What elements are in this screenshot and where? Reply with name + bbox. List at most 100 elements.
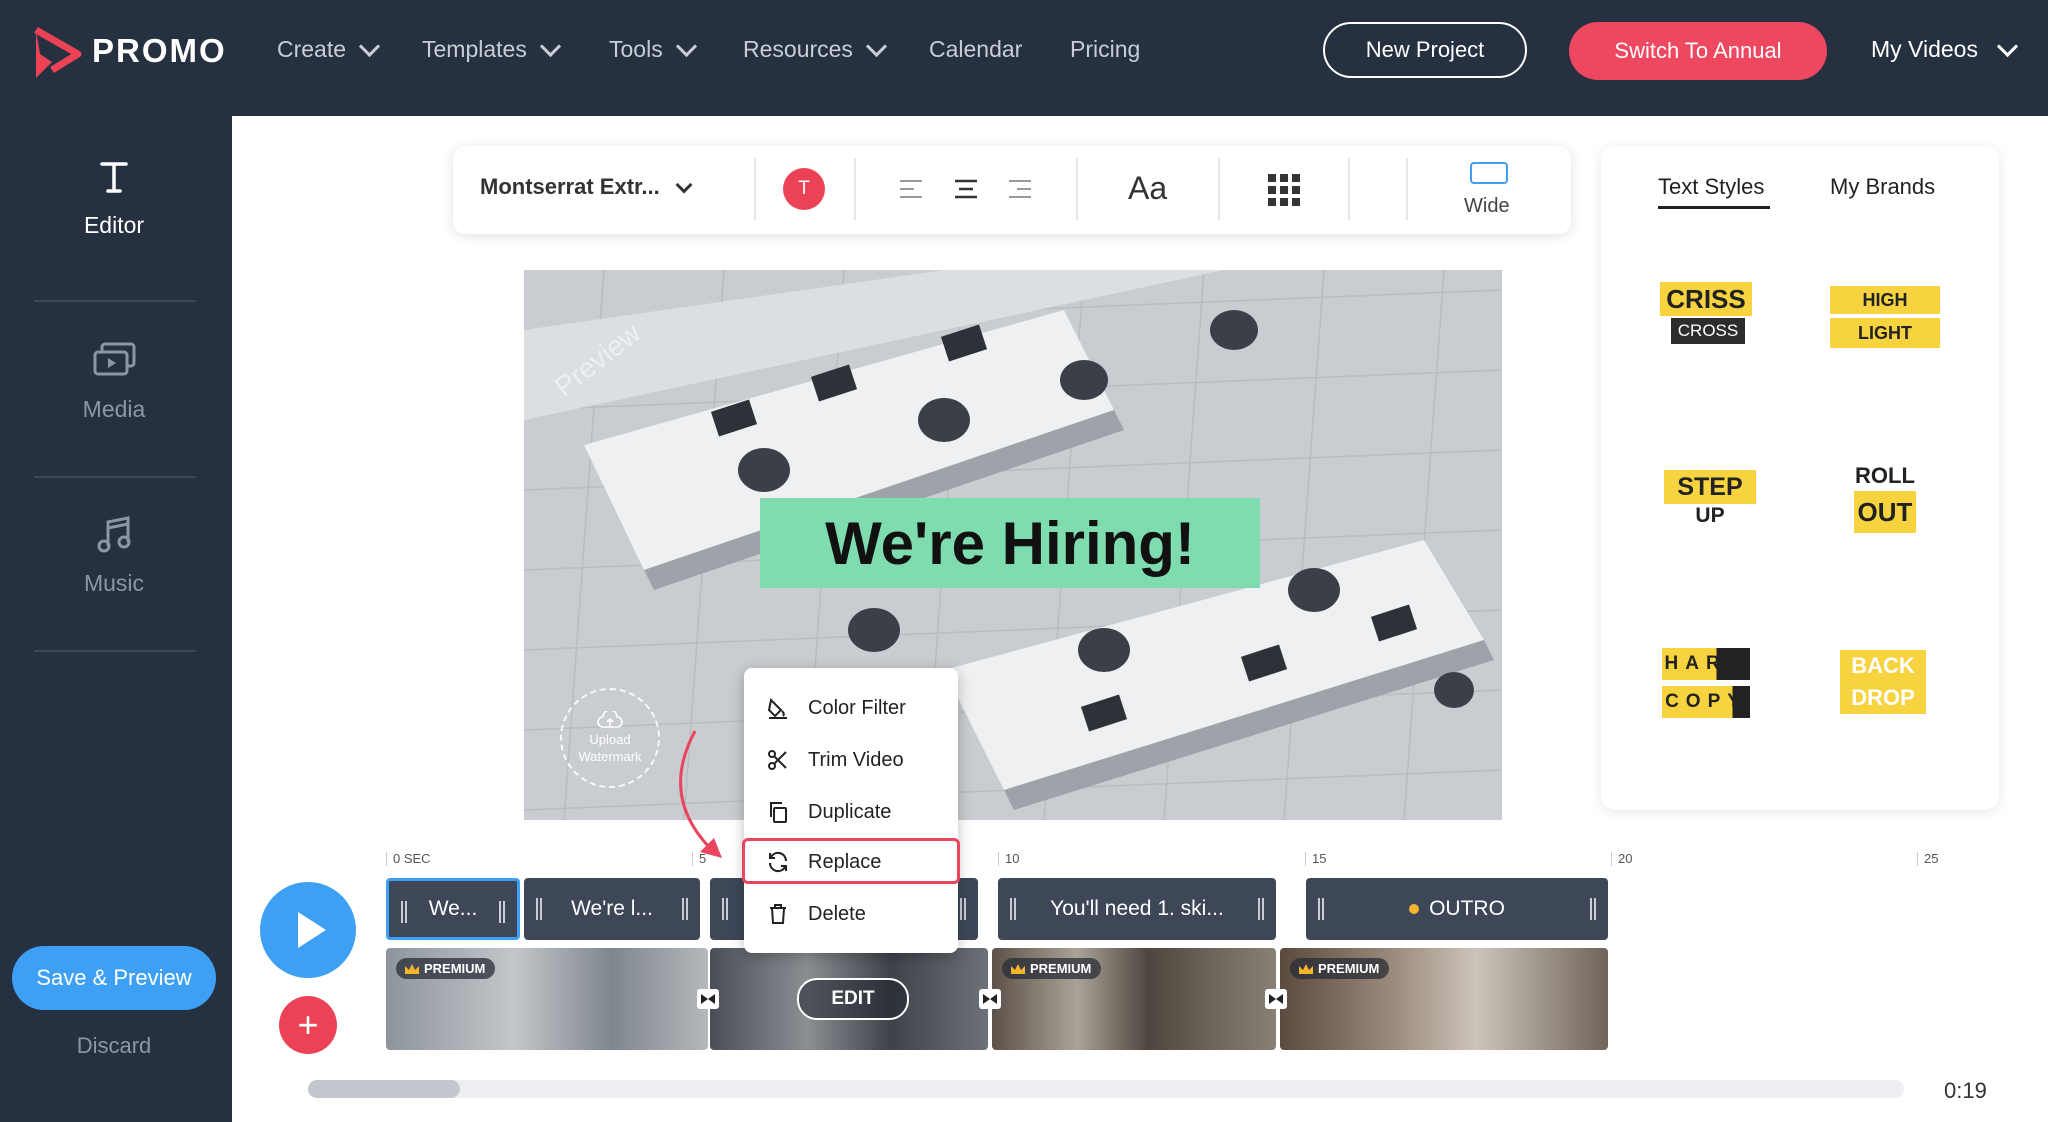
upload-watermark-button[interactable]: Upload Watermark [560,688,660,788]
chevron-down-icon [675,35,697,58]
toolbar-divider [854,158,856,220]
nav-pricing-label: Pricing [1070,36,1141,62]
add-clip-button[interactable]: + [279,996,337,1054]
crown-icon [405,964,419,974]
nav-tools-label: Tools [609,36,663,62]
premium-label: PREMIUM [424,961,486,976]
grid-layout-icon[interactable] [1268,174,1300,206]
premium-badge: PREMIUM [1002,958,1102,979]
premium-label: PREMIUM [1030,961,1092,976]
video-clip[interactable]: PREMIUM [1280,948,1608,1050]
chevron-down-icon [1996,35,2019,58]
chevron-down-icon [675,176,693,193]
align-right-icon[interactable] [1007,178,1033,200]
aspect-ratio-label[interactable]: Wide [1464,195,1510,218]
clip-handle-right[interactable] [499,901,505,923]
headline-text[interactable]: We're Hiring! [760,498,1260,588]
clip-handle-left[interactable] [536,898,542,920]
sidebar-item-editor[interactable]: Editor [0,160,228,239]
premium-label: PREMIUM [1318,961,1380,976]
outro-clip[interactable]: OUTRO [1306,878,1608,940]
nav-templates[interactable]: Templates [422,35,561,63]
style-criss-cross[interactable]: CRISS CROSS [1660,282,1756,344]
text-clip-label: You'll need 1. ski... [1050,897,1224,920]
align-center-icon[interactable] [953,178,979,200]
duplicate-icon [770,802,787,823]
menu-item-trim-video[interactable]: Trim Video [766,738,946,782]
tab-my-brands[interactable]: My Brands [1830,174,1935,200]
discard-button[interactable]: Discard [0,1033,228,1059]
aspect-ratio-wide-icon[interactable] [1470,162,1508,184]
sidebar-divider [34,476,196,478]
text-clip[interactable]: You'll need 1. ski... [998,878,1276,940]
clip-handle-left[interactable] [1010,898,1016,920]
transition-icon[interactable] [978,988,1002,1010]
clip-handle-right[interactable] [1590,898,1596,920]
nav-calendar[interactable]: Calendar [929,36,1022,63]
nav-create[interactable]: Create [277,35,381,63]
sidebar-item-music[interactable]: Music [0,516,228,597]
transition-icon[interactable] [696,988,720,1010]
text-clip-label: OUTRO [1429,897,1505,920]
timeline-tick: 15 [1305,852,1326,866]
style-roll-out[interactable]: ROLL OUT [1850,463,1920,533]
style-line-1: ROLL [1855,463,1915,488]
clip-handle-right[interactable] [682,898,688,920]
brand-name[interactable]: PROMO [92,32,227,70]
style-high-light[interactable]: HIGH LIGHT [1830,286,1940,348]
paint-bucket-icon [767,697,787,719]
nav-tools[interactable]: Tools [609,35,697,63]
menu-item-delete[interactable]: Delete [766,892,946,936]
style-line-1: CRISS [1660,282,1752,316]
sidebar-item-media[interactable]: Media [0,342,228,423]
save-preview-button[interactable]: Save & Preview [12,946,216,1010]
style-line-2: DROP [1840,682,1926,714]
nav-pricing[interactable]: Pricing [1070,36,1140,63]
menu-item-color-filter[interactable]: Color Filter [766,686,946,730]
toolbar-divider [1348,158,1350,220]
play-button[interactable] [260,882,356,978]
clip-handle-left[interactable] [401,901,407,923]
clip-handle-right[interactable] [960,898,966,920]
nav-create-label: Create [277,36,347,62]
clip-handle-left[interactable] [1318,898,1324,920]
style-back-drop[interactable]: BACK DROP [1840,650,1926,714]
clip-handle-right[interactable] [1258,898,1264,920]
style-step-up[interactable]: STEP UP [1664,470,1756,528]
text-color-button[interactable]: T [783,168,825,210]
clip-handle-left[interactable] [722,898,728,920]
text-size-button[interactable]: Aa [1128,170,1167,207]
timeline-scroll-thumb[interactable] [308,1080,460,1098]
menu-item-label: Duplicate [808,800,892,823]
toolbar-divider [1406,158,1408,220]
style-line-1: HARD [1662,648,1750,680]
text-clip[interactable]: We're l... [524,878,700,940]
timeline-scrollbar[interactable] [308,1080,1904,1098]
video-clip[interactable]: PREMIUM [992,948,1276,1050]
nav-templates-label: Templates [422,36,527,62]
edit-clip-button[interactable]: EDIT [797,978,909,1020]
align-left-icon[interactable] [898,178,924,200]
video-clip[interactable]: PREMIUM [386,948,708,1050]
text-clip[interactable]: We... [386,878,520,940]
chevron-down-icon [539,35,561,58]
menu-item-duplicate[interactable]: Duplicate [766,790,946,834]
premium-badge: PREMIUM [1290,958,1390,979]
switch-annual-button[interactable]: Switch To Annual [1569,22,1827,80]
font-family-value: Montserrat Extr... [480,174,660,199]
active-tab-indicator [1658,206,1770,209]
style-line-1: BACK [1840,650,1926,682]
font-family-select[interactable]: Montserrat Extr... [480,174,693,200]
sidebar-item-label: Editor [83,212,145,238]
my-videos-menu[interactable]: My Videos [1871,35,2019,63]
promo-logo-icon[interactable] [32,26,82,82]
nav-resources[interactable]: Resources [743,35,888,63]
new-project-button[interactable]: New Project [1323,22,1527,78]
replace-highlight-outline [742,838,960,884]
toolbar-divider [1076,158,1078,220]
style-line-2: LIGHT [1830,318,1940,348]
transition-icon[interactable] [1264,988,1288,1010]
tab-text-styles[interactable]: Text Styles [1658,174,1764,200]
menu-item-label: Color Filter [808,696,906,719]
style-hard-copy[interactable]: HARD COPY [1662,648,1752,718]
